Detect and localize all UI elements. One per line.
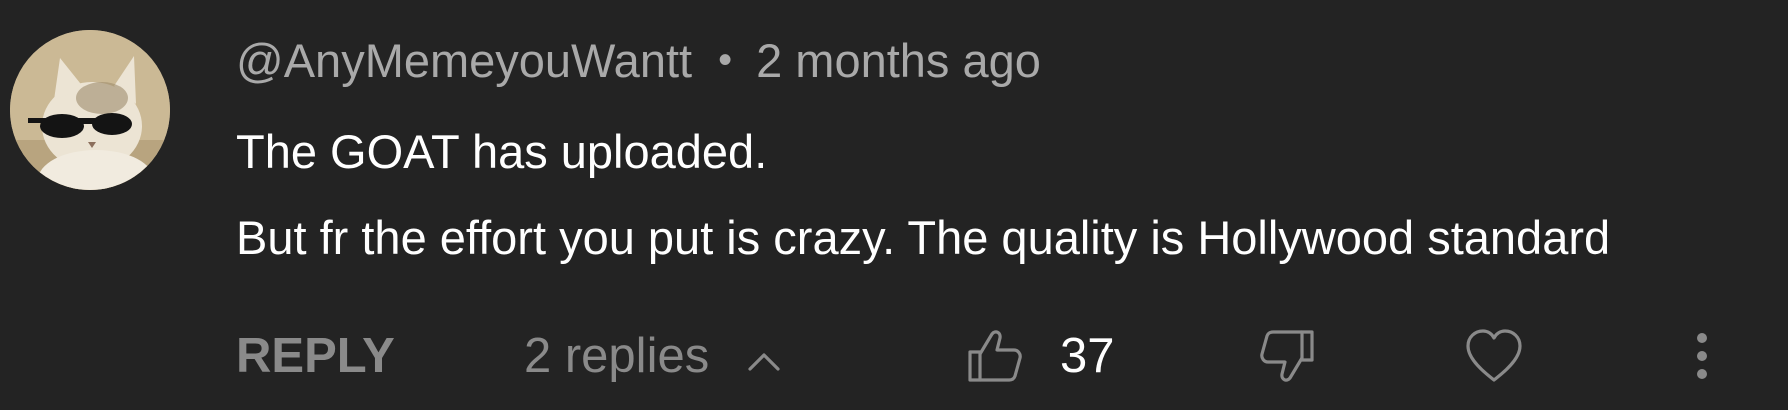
dislike-button[interactable] <box>1258 326 1318 391</box>
separator-dot: • <box>718 37 733 82</box>
comment-text-line-2: But fr the effort you put is crazy. The … <box>236 211 1611 264</box>
replies-toggle[interactable]: 2 replies <box>524 328 781 384</box>
avatar[interactable] <box>10 30 170 190</box>
heart-icon <box>1466 329 1522 382</box>
comment-timestamp[interactable]: 2 months ago <box>756 33 1041 88</box>
reply-button[interactable]: REPLY <box>236 328 395 384</box>
author-name[interactable]: @AnyMemeyouWantt <box>236 33 692 88</box>
comment-card: @AnyMemeyouWantt • 2 months ago The GOAT… <box>0 0 1788 410</box>
heart-button[interactable] <box>1462 326 1526 391</box>
like-button[interactable] <box>964 326 1024 391</box>
like-count: 37 <box>1060 329 1115 383</box>
more-options-button[interactable] <box>1690 326 1714 391</box>
thumbs-up-icon <box>968 330 1022 382</box>
comment-header: @AnyMemeyouWantt • 2 months ago <box>236 30 1041 90</box>
thumbs-down-icon <box>1260 330 1314 382</box>
replies-label: 2 replies <box>524 329 710 383</box>
chevron-up-icon <box>747 328 781 384</box>
cat-with-sunglasses-avatar <box>10 30 170 190</box>
comment-text-line-1: The GOAT has uploaded. <box>236 125 768 178</box>
comment-actions: REPLY 2 replies 37 <box>0 320 1788 400</box>
more-vert-icon <box>1697 333 1707 379</box>
